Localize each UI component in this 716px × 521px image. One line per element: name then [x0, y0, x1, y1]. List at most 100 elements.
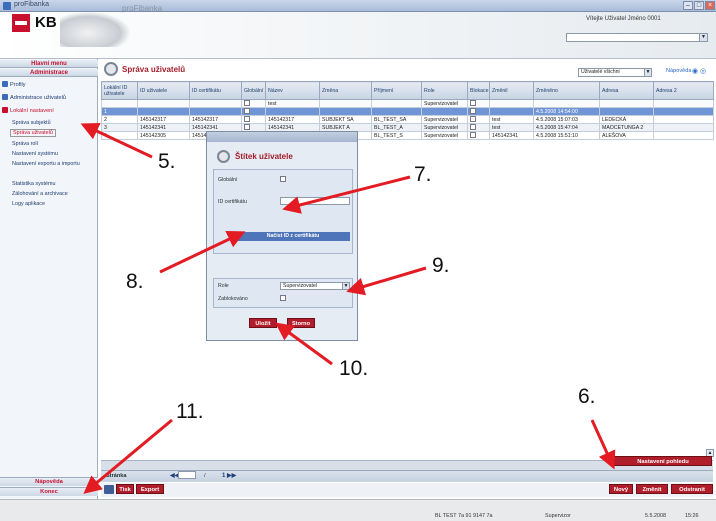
- change-button[interactable]: Změnit: [636, 484, 668, 494]
- table-cell: 3: [101, 123, 138, 132]
- column-header[interactable]: Příjmení: [371, 81, 422, 100]
- cancel-button[interactable]: Storno: [287, 318, 315, 328]
- table-row[interactable]: 2 145142317 145142317 145142317 SUBJEKT SA BL…: [101, 115, 714, 124]
- column-header[interactable]: Lokální ID uživatele: [101, 81, 138, 100]
- table-cell[interactable]: [533, 99, 600, 108]
- blocked-checkbox[interactable]: [280, 295, 286, 301]
- table-cell[interactable]: test: [265, 99, 320, 108]
- print-icon[interactable]: [104, 485, 114, 494]
- window-titlebar: proFibanka – □ ×: [0, 0, 716, 12]
- sidebar-help[interactable]: Nápověda: [0, 477, 98, 486]
- subitem-users[interactable]: Správa uživatelů: [10, 129, 56, 137]
- remove-button[interactable]: Odstranit: [671, 484, 713, 494]
- table-cell: [319, 107, 372, 116]
- column-header[interactable]: Změněno: [533, 81, 600, 100]
- cert-id-input[interactable]: [280, 197, 350, 205]
- sidebar-item-user-admin[interactable]: Administrace uživatelů: [2, 94, 66, 101]
- dialog-titlebar[interactable]: [207, 132, 357, 142]
- header-select[interactable]: ▼: [566, 33, 708, 42]
- table-cell[interactable]: [489, 99, 534, 108]
- dialog-form-role: Role Supervizovatel ▼ Zablokováno: [213, 278, 353, 308]
- table-cell: [653, 123, 714, 132]
- column-header[interactable]: Změna: [319, 81, 372, 100]
- sidebar-item-profiles[interactable]: Profily: [2, 81, 26, 88]
- export-button[interactable]: Export: [136, 484, 164, 494]
- chevron-down-icon: ▼: [699, 34, 707, 41]
- table-row[interactable]: 4145142305145142309145142309SUBJEKT SBL_…: [101, 131, 714, 140]
- role-select[interactable]: Supervizovatel ▼: [280, 282, 350, 290]
- column-header[interactable]: Změnil: [489, 81, 534, 100]
- users-icon: [2, 94, 8, 100]
- table-cell: [489, 107, 534, 116]
- subitem-subjects[interactable]: Správa subjektů: [12, 120, 51, 126]
- save-button[interactable]: Uložit: [249, 318, 277, 328]
- help-link[interactable]: Nápověda: [666, 68, 692, 74]
- row-checkbox: [244, 108, 250, 114]
- global-checkbox[interactable]: [280, 176, 286, 182]
- pager-next-button[interactable]: 1 ▶▶: [222, 472, 236, 479]
- table-cell: BL_TEST_A: [371, 123, 422, 132]
- subitem-backup[interactable]: Zálohování a archivace: [12, 191, 68, 197]
- status-left: BL TEST 7a 91 9147 7a: [435, 513, 493, 519]
- load-cert-button[interactable]: Načíst ID z certifikátu: [236, 232, 350, 241]
- callout-10: 10.: [339, 357, 369, 380]
- column-header[interactable]: Blokace: [467, 81, 490, 100]
- table-cell[interactable]: [653, 99, 714, 108]
- subitem-statistics[interactable]: Statistika systému: [12, 181, 55, 187]
- column-header[interactable]: Adresa: [599, 81, 654, 100]
- subitem-roles[interactable]: Správa rolí: [12, 141, 38, 147]
- table-cell: [137, 107, 190, 116]
- row-checkbox: [470, 100, 476, 106]
- column-header[interactable]: Role: [421, 81, 468, 100]
- close-button[interactable]: ×: [705, 1, 715, 10]
- table-cell: LEDECKÁ: [599, 115, 654, 124]
- table-cell: Supervizovatel: [421, 115, 468, 124]
- table-cell[interactable]: [371, 99, 422, 108]
- column-header[interactable]: Globální: [241, 81, 266, 100]
- callout-8: 8.: [126, 270, 144, 293]
- sidebar-end[interactable]: Konec: [0, 487, 98, 496]
- subitem-export-import[interactable]: Nastavení exportu a importu: [12, 161, 84, 167]
- column-header[interactable]: ID certifikátu: [189, 81, 242, 100]
- user-filter-select[interactable]: Uživatelé všichni ▼: [578, 68, 652, 77]
- minimize-button[interactable]: –: [683, 1, 693, 10]
- table-cell[interactable]: [467, 99, 490, 108]
- users-table: Lokální ID uživatele ID uživatele ID certi…: [101, 81, 714, 140]
- maximize-button[interactable]: □: [694, 1, 704, 10]
- column-header[interactable]: Adresa 2: [653, 81, 714, 100]
- table-cell[interactable]: [599, 99, 654, 108]
- app-icon: [3, 2, 11, 10]
- sidebar-main-menu[interactable]: Hlavní menu: [0, 60, 98, 68]
- column-header[interactable]: ID uživatele: [137, 81, 190, 100]
- table-cell[interactable]: [189, 99, 242, 108]
- table-cell[interactable]: [137, 99, 190, 108]
- table-row[interactable]: 3 145142341 145142341 145142341 SUBJEKT A BL_…: [101, 123, 714, 132]
- blocked-label: Zablokováno: [218, 296, 248, 302]
- user-info: Vítejte Uživatel Jméno 0001: [586, 16, 661, 22]
- table-cell[interactable]: [319, 99, 372, 108]
- row-checkbox: [470, 108, 476, 114]
- callout-9: 9.: [432, 254, 450, 277]
- column-header[interactable]: Název: [265, 81, 320, 100]
- table-cell: [467, 123, 490, 132]
- help-icon[interactable]: ◉ ◎: [692, 67, 706, 75]
- new-button[interactable]: Nový: [609, 484, 633, 494]
- view-settings-button[interactable]: Nastavení pohledu: [614, 456, 712, 466]
- table-cell: [653, 115, 714, 124]
- filter-row[interactable]: test Supervizovatel: [101, 99, 714, 108]
- table-row[interactable]: 1 4.5.2008 14:54:00: [101, 107, 714, 116]
- subitem-system-settings[interactable]: Nastavení systému: [12, 151, 58, 157]
- table-cell: 2: [101, 115, 138, 124]
- table-cell[interactable]: [101, 99, 138, 108]
- table-cell: 145142317: [137, 115, 190, 124]
- gear-icon: [217, 150, 230, 163]
- page-input[interactable]: [178, 471, 196, 479]
- sidebar-admin[interactable]: Administrace: [0, 69, 98, 77]
- print-button[interactable]: Tisk: [116, 484, 134, 494]
- table-cell[interactable]: [241, 99, 266, 108]
- sidebar-item-local-settings[interactable]: Lokální nastavení: [2, 107, 54, 114]
- subitem-logs[interactable]: Logy aplikace: [12, 201, 45, 207]
- table-cell: 4.5.2008 15:07:03: [533, 115, 600, 124]
- table-cell[interactable]: Supervizovatel: [421, 99, 468, 108]
- table-cell: test: [489, 115, 534, 124]
